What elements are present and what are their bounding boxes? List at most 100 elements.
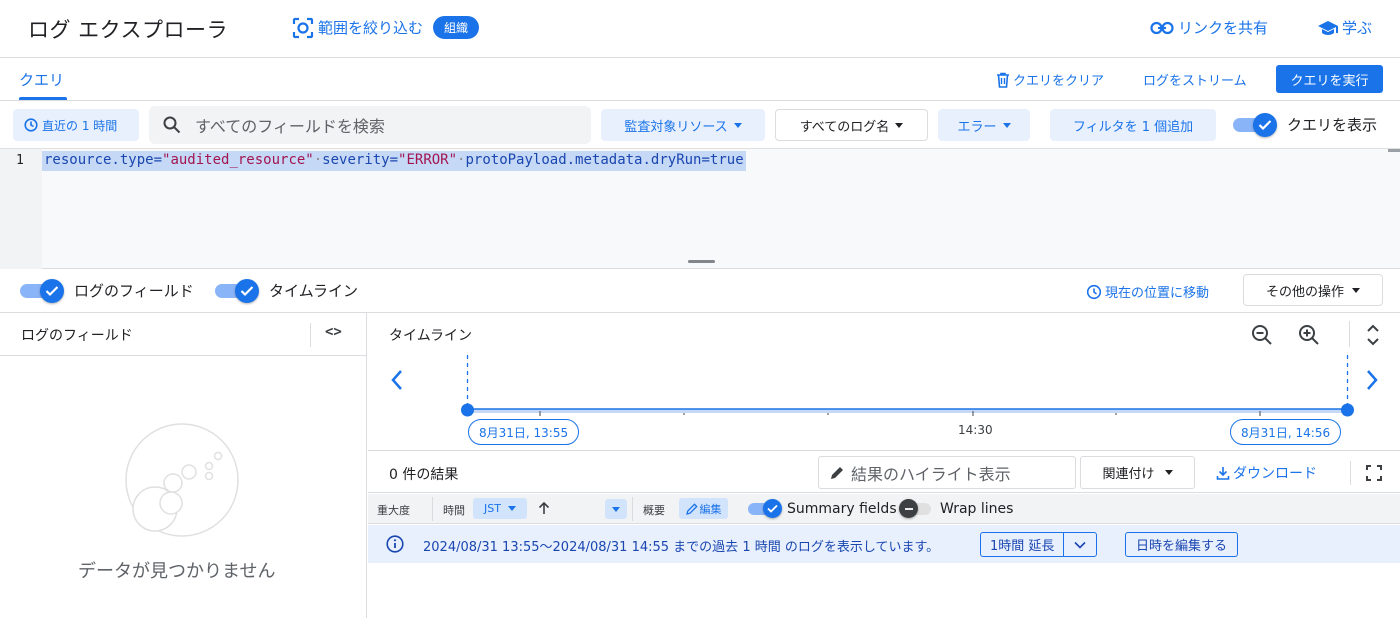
timeline-toggle[interactable]: タイムライン [215,279,358,303]
code-token: severity= [322,152,399,168]
query-editor[interactable]: 1 resource.type="audited_resource"·sever… [0,149,1400,269]
divider [432,497,433,521]
add-filter-button[interactable]: フィルタを 1 個追加 [1050,109,1216,141]
tab-query[interactable]: クエリ [19,69,64,90]
summary-fields-switch[interactable] [748,499,782,519]
highlight-placeholder: 結果のハイライト表示 [851,464,1011,484]
editor-resize-handle[interactable] [688,260,715,263]
info-message: 2024/08/31 13:55〜2024/08/31 14:55 までの過去 … [423,540,940,555]
learn-label: 学ぶ [1342,19,1373,37]
share-link-button[interactable]: リンクを共有 [1150,17,1268,38]
timezone-dropdown[interactable]: JST [473,498,527,519]
editor-scrollbar[interactable] [1388,149,1400,152]
divider [1349,321,1350,347]
severity-dropdown[interactable]: エラー [938,109,1030,141]
extend-time-label[interactable]: 1時間 延長 [981,533,1063,556]
chevron-down-icon [612,506,620,512]
history-icon [1086,284,1102,300]
timeline-next-icon[interactable] [1365,369,1379,391]
field-search-input[interactable]: すべてのフィールドを検索 [149,106,591,144]
scope-button[interactable]: 範囲を絞り込む 組織 [292,16,480,39]
wrap-lines-label: Wrap lines [940,501,1014,517]
zoom-out-icon[interactable] [1250,323,1274,347]
more-actions-button[interactable]: その他の操作 [1243,274,1383,306]
edit-datetime-button[interactable]: 日時を編集する [1125,532,1239,557]
tab-active-indicator [19,97,67,100]
wrap-lines-toggle[interactable]: Wrap lines [899,499,1013,519]
more-actions-label: その他の操作 [1265,284,1344,300]
sort-ascending-icon[interactable] [538,501,550,515]
severity-dropdown-label: エラー [957,119,997,135]
panel-toggle-row: ログのフィールド タイムライン 現在の位置に移動 その他の操作 [0,270,1400,313]
jump-to-now-label: 現在の位置に移動 [1105,286,1210,301]
timeline-toggle-label: タイムライン [269,281,358,300]
correlate-dropdown[interactable]: 関連付け [1080,456,1195,489]
log-fields-toggle[interactable]: ログのフィールド [20,279,194,303]
chevron-down-icon [1164,470,1173,475]
stream-logs-button[interactable]: ログをストリーム [1143,70,1247,89]
divider [632,497,633,521]
clear-query-button[interactable]: クエリをクリア [996,70,1104,89]
log-name-dropdown[interactable]: すべてのログ名 [775,109,928,141]
query-toolbar: クエリ クエリをクリア ログをストリーム クエリを実行 [0,58,1400,101]
timeline-tick-label: 14:30 [958,423,993,437]
timezone-label: JST [484,502,501,515]
divider [310,323,311,347]
link-icon [1150,21,1174,35]
wrap-lines-switch[interactable] [899,499,933,519]
column-severity[interactable]: 重大度 [377,502,410,518]
log-fields-toggle-label: ログのフィールド [74,281,194,300]
code-token: protoPayload.metadata.dryRun=true [465,152,744,168]
extend-time-button[interactable]: 1時間 延長 [980,532,1098,557]
edit-summary-label: 編集 [699,502,722,516]
chevron-down-icon [733,122,742,128]
app-title: ログ エクスプローラ [28,18,229,42]
share-link-label: リンクを共有 [1178,19,1269,37]
highlight-input[interactable]: 結果のハイライト表示 [818,456,1076,489]
timeline-start-label[interactable]: 8月31日, 13:55 [468,419,580,445]
collapse-panel-icon[interactable]: <> [325,324,342,340]
chevron-down-icon [1074,541,1086,549]
learn-button[interactable]: 学ぶ [1318,17,1372,38]
summary-fields-label: Summary fields [787,501,897,517]
fullscreen-icon[interactable] [1366,465,1382,481]
chevron-down-icon [895,122,904,128]
log-fields-panel: ログのフィールド <> データが見つかりません [0,313,367,618]
show-query-switch[interactable] [1233,113,1277,137]
pencil-icon [685,502,698,515]
resource-dropdown[interactable]: 監査対象リソース [601,109,765,141]
empty-state-illustration [125,423,241,539]
log-name-dropdown-label: すべてのログ名 [799,119,890,135]
show-query-label: クエリを表示 [1287,115,1378,134]
download-label: ダウンロード [1233,466,1317,482]
download-icon [1215,465,1231,481]
timeline-prev-icon[interactable] [390,369,404,391]
download-button[interactable]: ダウンロード [1215,463,1317,483]
resource-dropdown-label: 監査対象リソース [624,119,728,135]
column-time[interactable]: 時間 [443,502,465,518]
timeline-axis[interactable] [458,353,1358,423]
column-summary[interactable]: 概要 [643,502,665,518]
timeline-end-label[interactable]: 8月31日, 14:56 [1230,419,1342,445]
log-fields-switch[interactable] [20,279,64,303]
run-query-button[interactable]: クエリを実行 [1276,65,1383,93]
show-query-toggle[interactable]: クエリを表示 [1233,113,1378,137]
timeline-switch[interactable] [215,279,259,303]
search-placeholder: すべてのフィールドを検索 [195,117,385,136]
zoom-in-icon[interactable] [1297,323,1321,347]
scope-focus-icon [292,17,314,39]
info-icon [386,535,404,553]
column-options-dropdown[interactable] [605,499,627,519]
chevron-down-icon [1002,122,1011,128]
org-chip[interactable]: 組織 [433,16,480,39]
query-code-line[interactable]: resource.type="audited_resource"·severit… [42,151,746,171]
expand-collapse-icon[interactable] [1366,324,1380,346]
code-string: "ERROR" [398,152,458,168]
jump-to-now-button[interactable]: 現在の位置に移動 [1086,282,1209,301]
extend-options-dropdown[interactable] [1063,533,1096,556]
edit-summary-button[interactable]: 編集 [679,498,728,519]
time-range-button[interactable]: 直近の 1 時間 [13,109,139,141]
code-string: "audited_resource" [162,152,314,168]
pencil-icon [829,465,845,481]
summary-fields-toggle[interactable]: Summary fields [748,499,897,519]
